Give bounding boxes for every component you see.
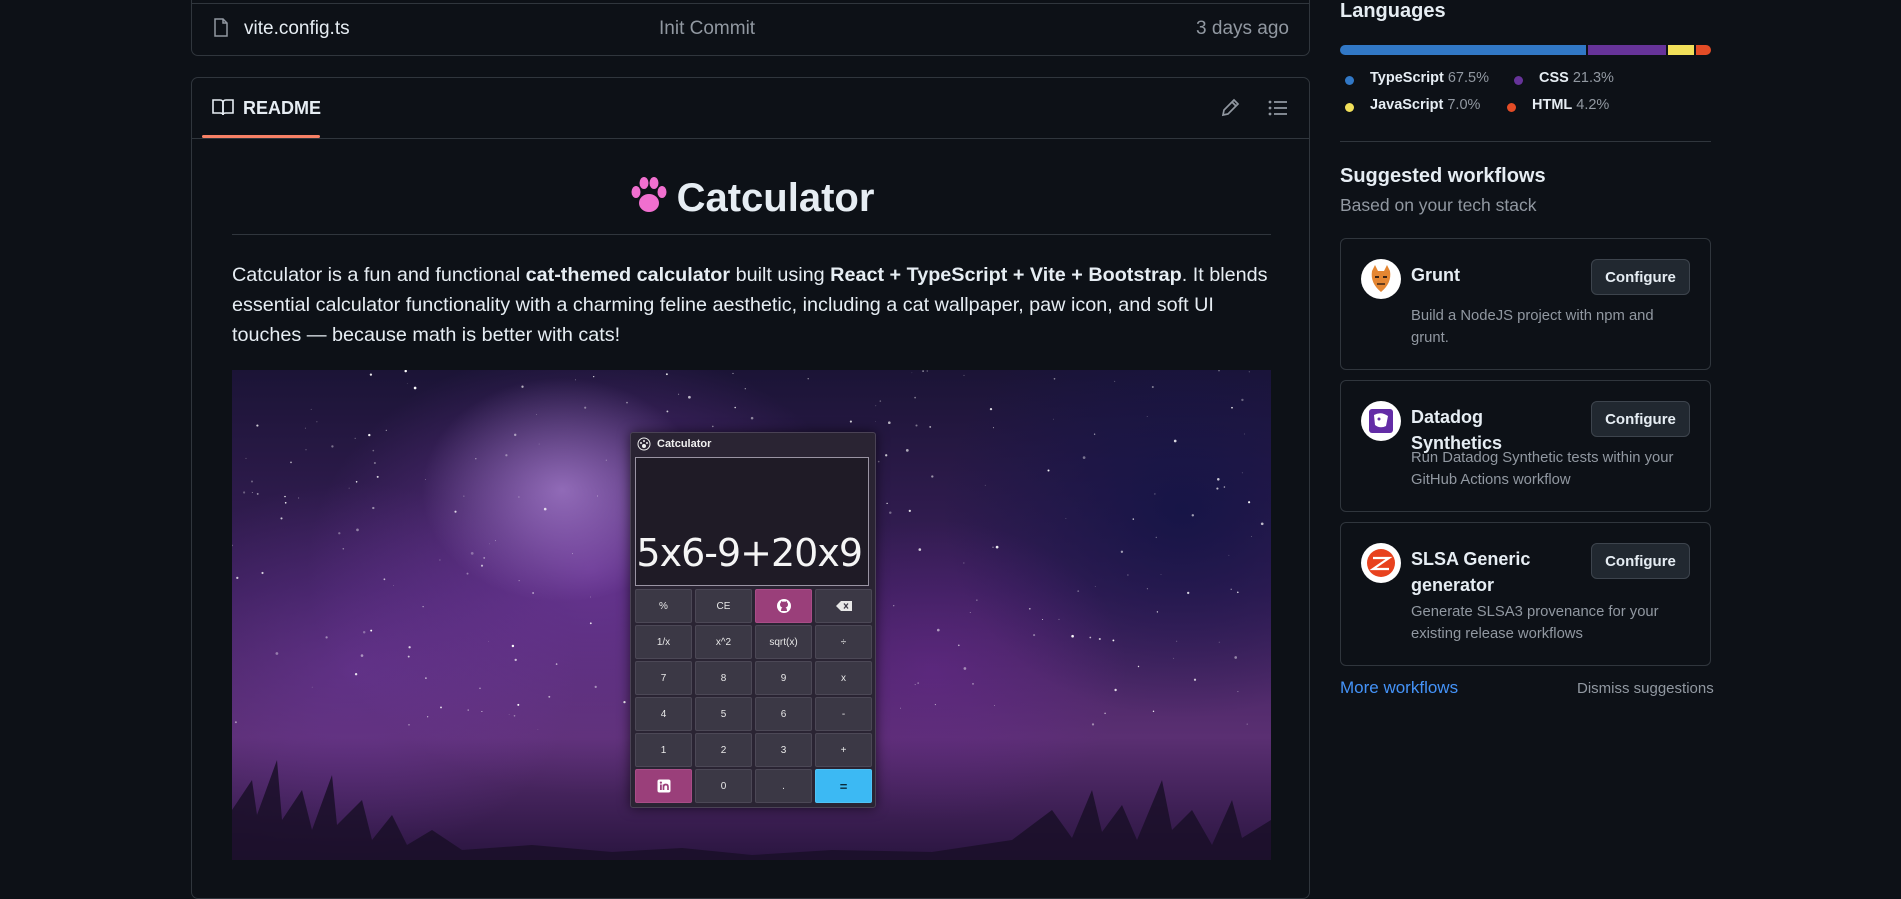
- calc-key[interactable]: 8: [695, 661, 752, 695]
- workflow-card-datadog: Datadog Synthetics Configure Run Datadog…: [1340, 380, 1711, 512]
- language-name: TypeScript: [1370, 70, 1444, 86]
- calc-display: 5x6-9+20x9: [635, 457, 869, 586]
- file-list-box: vite.config.ts Init Commit 3 days ago: [191, 0, 1310, 56]
- calc-key[interactable]: x: [815, 661, 872, 695]
- tab-readme-label: README: [243, 98, 322, 118]
- readme-title-heading: Catculator: [232, 176, 1271, 235]
- configure-button-datadog[interactable]: Configure: [1591, 401, 1690, 437]
- desc-text-1: Catculator is a fun and functional: [232, 264, 526, 286]
- language-item-typescript[interactable]: TypeScript 67.5%: [1370, 70, 1489, 86]
- calc-key[interactable]: x^2: [695, 625, 752, 659]
- readme-description: Catculator is a fun and functional cat-t…: [232, 260, 1272, 350]
- workflow-name-grunt: Grunt: [1411, 265, 1460, 285]
- languages-bar: [1340, 45, 1711, 55]
- readme-header: README: [192, 78, 1309, 139]
- file-icon: [214, 18, 228, 37]
- language-name: JavaScript: [1370, 97, 1444, 113]
- language-name: HTML: [1532, 97, 1573, 113]
- file-name-link[interactable]: vite.config.ts: [244, 18, 350, 40]
- language-percent: 7.0%: [1447, 97, 1481, 113]
- language-item-javascript[interactable]: JavaScript 7.0%: [1370, 97, 1480, 113]
- configure-button-slsa[interactable]: Configure: [1591, 543, 1690, 579]
- desc-bold-2: React + TypeScript + Vite + Bootstrap: [830, 264, 1182, 286]
- calc-key[interactable]: %: [635, 589, 692, 623]
- calculator-widget: Catculator 5x6-9+20x9 % CE 1/x x^2 sqrt(x) ÷ 7…: [630, 432, 876, 808]
- workflow-desc-grunt: Build a NodeJS project with npm and grun…: [1411, 308, 1654, 346]
- paw-icon: [631, 176, 667, 212]
- languages-heading: Languages: [1340, 0, 1446, 22]
- calc-key[interactable]: sqrt(x): [755, 625, 812, 659]
- calc-key[interactable]: 1: [635, 733, 692, 767]
- calc-title: Catculator: [657, 438, 712, 450]
- language-color-dot: [1514, 76, 1523, 85]
- languages-bar-segment: [1668, 45, 1694, 55]
- calc-key[interactable]: CE: [695, 589, 752, 623]
- suggested-workflows-subtitle: Based on your tech stack: [1340, 195, 1537, 215]
- slsa-logo-icon: [1361, 543, 1401, 583]
- file-commit-time: 3 days ago: [1196, 18, 1289, 39]
- configure-button-grunt[interactable]: Configure: [1591, 259, 1690, 295]
- book-icon: [212, 99, 234, 116]
- calc-key[interactable]: +: [815, 733, 872, 767]
- readme-box: README Catculator Catculator is a fun an…: [191, 77, 1310, 899]
- calc-key[interactable]: =: [815, 769, 872, 803]
- screenshot-image: Catculator 5x6-9+20x9 % CE 1/x x^2 sqrt(x) ÷ 7…: [232, 370, 1271, 860]
- workflow-card-grunt: Grunt Configure Build a NodeJS project w…: [1340, 238, 1711, 370]
- grunt-logo-icon: [1361, 259, 1401, 299]
- languages-bar-segment: [1588, 45, 1667, 55]
- github-icon[interactable]: [755, 589, 812, 623]
- suggested-workflows-heading: Suggested workflows: [1340, 165, 1546, 187]
- calc-key[interactable]: 3: [755, 733, 812, 767]
- pencil-icon[interactable]: [1219, 97, 1241, 119]
- languages-bar-segment: [1340, 45, 1587, 55]
- calc-key[interactable]: 7: [635, 661, 692, 695]
- language-color-dot: [1345, 103, 1354, 112]
- language-percent: 21.3%: [1572, 70, 1614, 86]
- backspace-icon[interactable]: [815, 589, 872, 623]
- workflow-desc-slsa: Generate SLSA3 provenance for your exist…: [1411, 604, 1659, 642]
- workflow-desc-datadog: Run Datadog Synthetic tests within your …: [1411, 450, 1674, 488]
- calc-key[interactable]: 1/x: [635, 625, 692, 659]
- calc-key[interactable]: 2: [695, 733, 752, 767]
- language-color-dot: [1507, 103, 1516, 112]
- tab-active-underline: [202, 135, 320, 138]
- outline-list-icon[interactable]: [1267, 97, 1289, 119]
- file-row-vite-config[interactable]: vite.config.ts Init Commit 3 days ago: [192, 3, 1309, 56]
- calc-key[interactable]: 9: [755, 661, 812, 695]
- more-workflows-link[interactable]: More workflows: [1340, 678, 1458, 698]
- tab-readme[interactable]: README: [202, 78, 322, 138]
- languages-bar-segment: [1695, 45, 1711, 55]
- calc-key[interactable]: 0: [695, 769, 752, 803]
- language-item-css[interactable]: CSS 21.3%: [1539, 70, 1614, 86]
- desc-text-2: built using: [730, 264, 831, 286]
- calc-paw-icon: [637, 437, 651, 451]
- workflow-card-slsa: SLSA Generic generator Configure Generat…: [1340, 522, 1711, 666]
- sidebar-divider: [1340, 141, 1711, 142]
- calc-key[interactable]: ÷: [815, 625, 872, 659]
- calc-key[interactable]: -: [815, 697, 872, 731]
- language-percent: 4.2%: [1576, 97, 1610, 113]
- calc-key[interactable]: 5: [695, 697, 752, 731]
- desc-bold-1: cat-themed calculator: [525, 264, 731, 286]
- calc-key[interactable]: 6: [755, 697, 812, 731]
- readme-title: Catculator: [676, 176, 875, 220]
- linkedin-icon[interactable]: [635, 769, 692, 803]
- file-commit-message[interactable]: Init Commit: [659, 18, 755, 40]
- language-name: CSS: [1539, 70, 1569, 86]
- language-item-html[interactable]: HTML 4.2%: [1532, 97, 1609, 113]
- calc-key[interactable]: 4: [635, 697, 692, 731]
- calc-key[interactable]: .: [755, 769, 812, 803]
- language-color-dot: [1345, 76, 1354, 85]
- dismiss-suggestions-link[interactable]: Dismiss suggestions: [1577, 680, 1714, 697]
- workflow-name-slsa: SLSA Generic generator: [1411, 549, 1531, 595]
- datadog-logo-icon: [1361, 401, 1401, 441]
- calc-expression: 5x6-9+20x9: [636, 531, 863, 575]
- language-percent: 67.5%: [1447, 70, 1489, 86]
